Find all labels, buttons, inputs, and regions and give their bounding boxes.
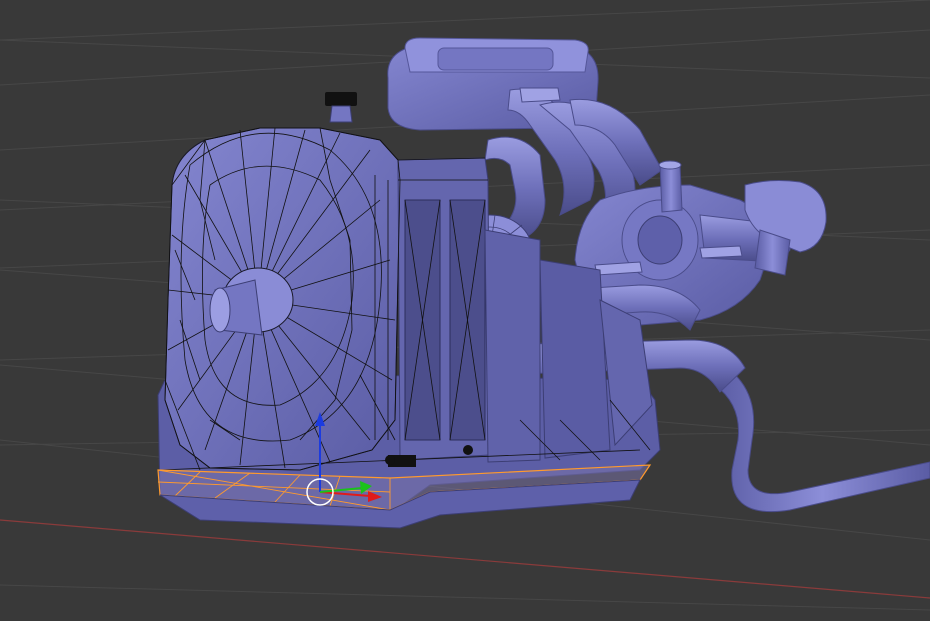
3d-viewport[interactable]	[0, 0, 930, 621]
x-axis-line	[0, 519, 930, 599]
viewport-canvas[interactable]	[0, 0, 930, 621]
filler-cap[interactable]	[325, 92, 357, 106]
